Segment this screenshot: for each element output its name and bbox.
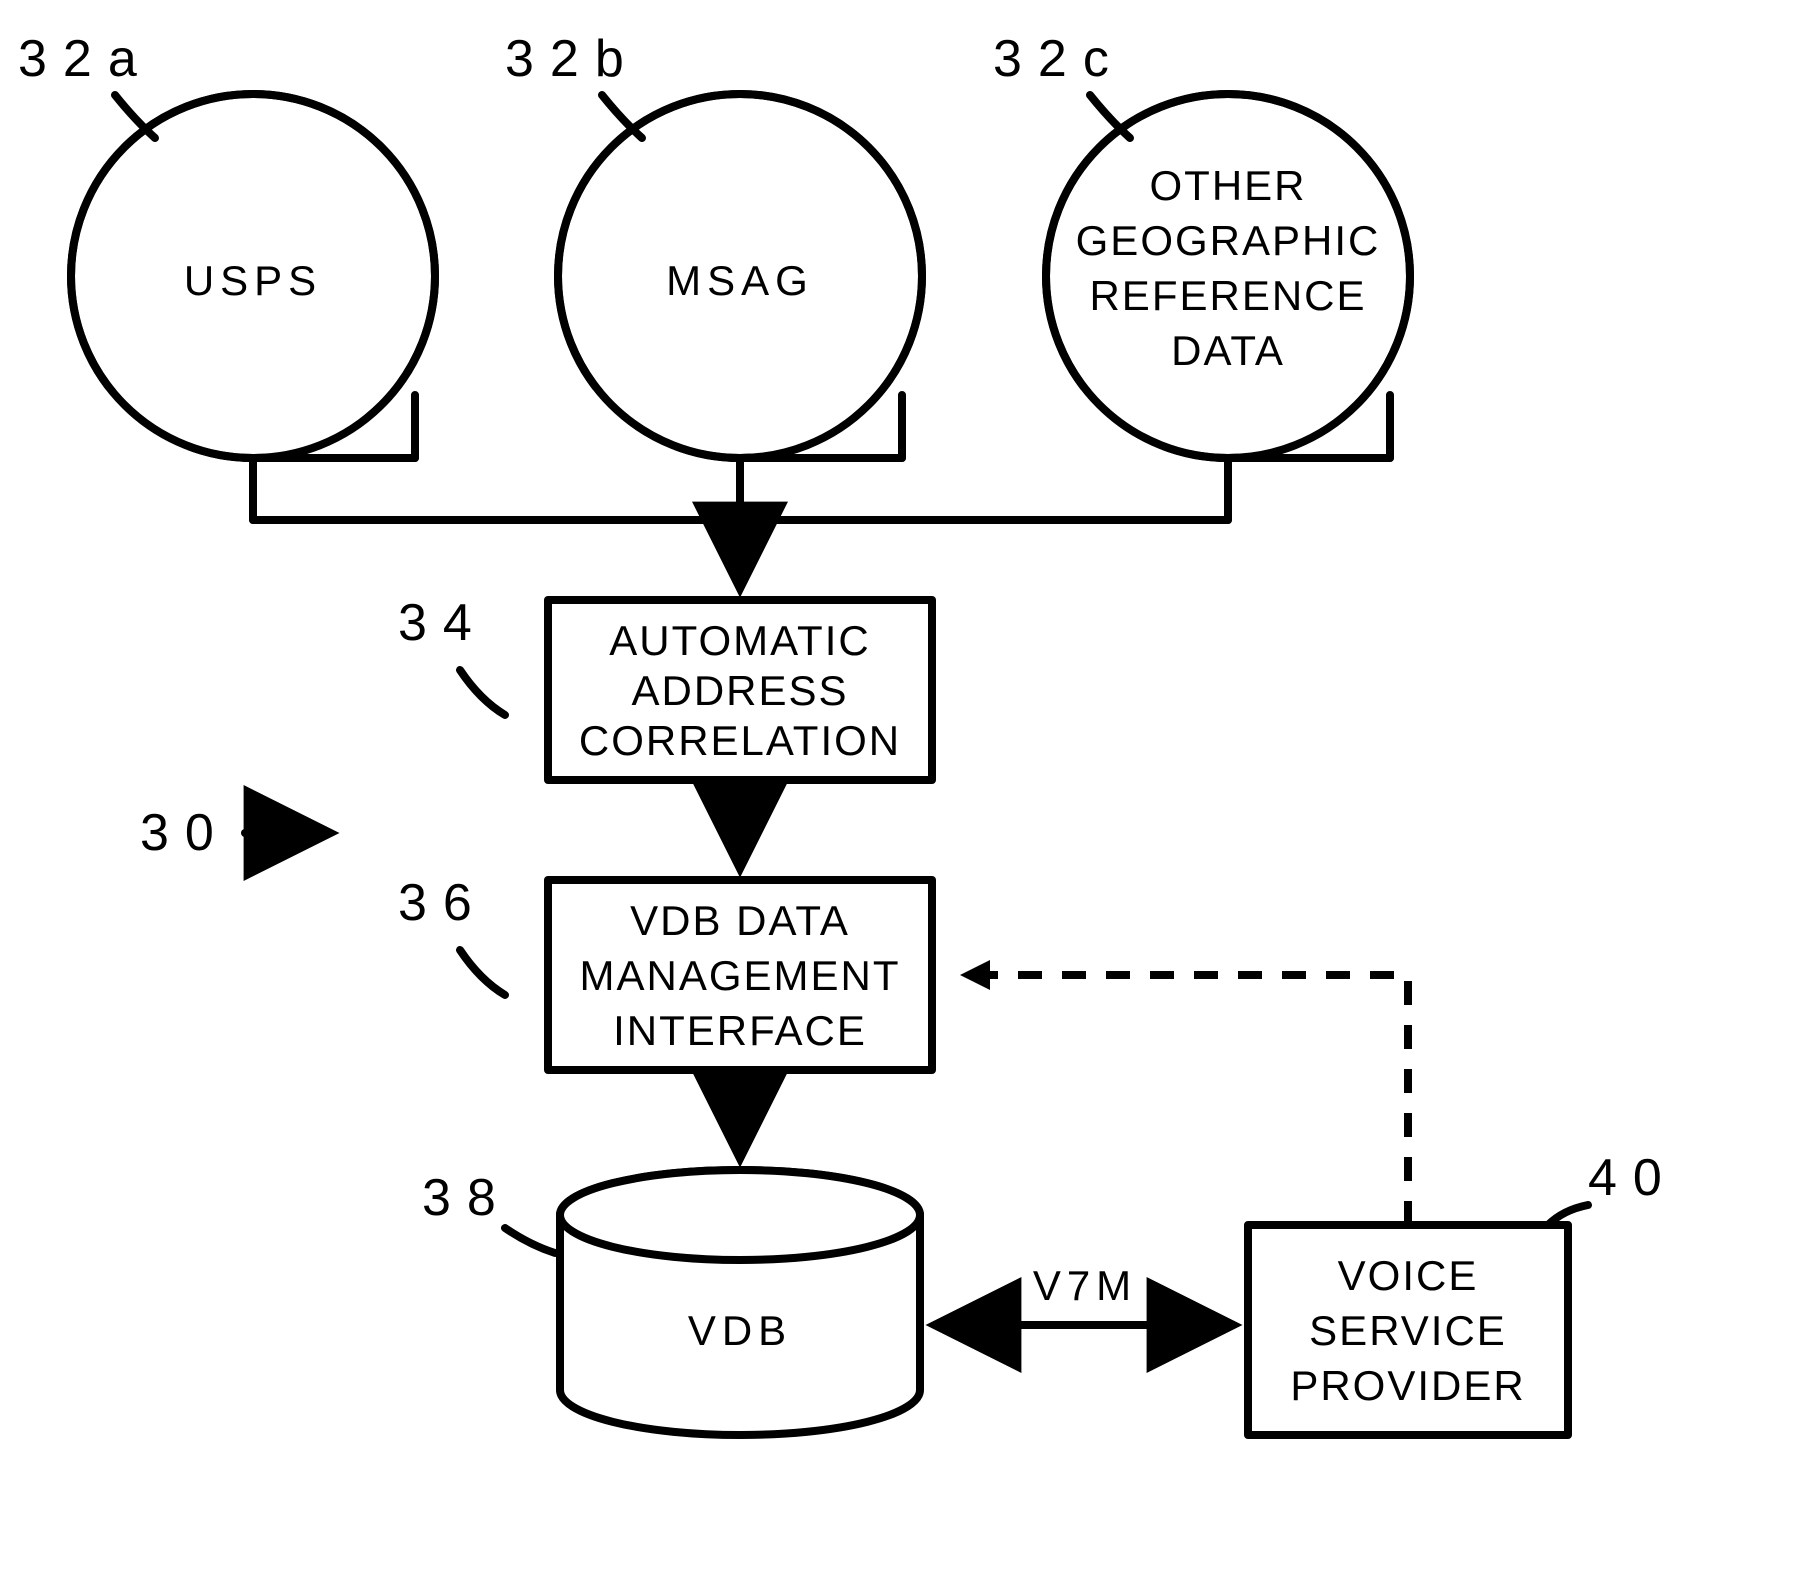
svg-text:32b: 32b: [505, 30, 640, 88]
ref-30: 30: [140, 804, 330, 862]
ref-32a: 32a: [18, 30, 155, 138]
svg-text:34: 34: [398, 594, 488, 652]
cylinder-vdb: VDB: [560, 1170, 920, 1435]
svg-text:OTHER: OTHER: [1150, 162, 1307, 209]
svg-text:MANAGEMENT: MANAGEMENT: [579, 952, 900, 999]
source-other: OTHER GEOGRAPHIC REFERENCE DATA: [1046, 94, 1410, 458]
svg-text:38: 38: [422, 1169, 512, 1227]
svg-text:40: 40: [1588, 1149, 1678, 1207]
link-vdb-vsp: V7M: [935, 1262, 1233, 1325]
svg-text:32a: 32a: [18, 30, 153, 88]
svg-text:INTERFACE: INTERFACE: [613, 1007, 867, 1054]
ref-38: 38: [422, 1169, 555, 1253]
v7m-label: V7M: [1033, 1262, 1137, 1309]
msag-label: MSAG: [666, 257, 814, 304]
svg-text:VDB DATA: VDB DATA: [630, 897, 850, 944]
ref-36: 36: [398, 874, 505, 995]
box-vdb-management: VDB DATA MANAGEMENT INTERFACE: [548, 880, 932, 1070]
svg-text:ADDRESS: ADDRESS: [631, 667, 848, 714]
svg-text:32c: 32c: [993, 30, 1125, 88]
source-usps: USPS: [71, 94, 435, 458]
svg-text:DATA: DATA: [1171, 327, 1285, 374]
svg-text:30: 30: [140, 804, 230, 862]
ref-34: 34: [398, 594, 505, 715]
box-correlation: AUTOMATIC ADDRESS CORRELATION: [548, 600, 932, 780]
box-voice-service-provider: VOICE SERVICE PROVIDER: [1248, 1225, 1568, 1435]
svg-text:GEOGRAPHIC: GEOGRAPHIC: [1076, 217, 1381, 264]
vdb-label: VDB: [688, 1307, 792, 1354]
svg-text:CORRELATION: CORRELATION: [579, 717, 901, 764]
ref-32c: 32c: [993, 30, 1130, 138]
svg-text:AUTOMATIC: AUTOMATIC: [609, 617, 870, 664]
source-msag: MSAG: [558, 94, 922, 458]
diagram-root: USPS 32a MSAG 32b OTHER GEOGRAPHIC REFER…: [0, 0, 1799, 1570]
ref-40: 40: [1548, 1149, 1678, 1225]
bus-sources: [253, 458, 1228, 588]
svg-text:REFERENCE: REFERENCE: [1089, 272, 1366, 319]
svg-text:VOICE: VOICE: [1338, 1252, 1479, 1299]
usps-label: USPS: [184, 257, 322, 304]
svg-text:PROVIDER: PROVIDER: [1290, 1362, 1525, 1409]
link-vsp-to-vdbm-dashed: [960, 960, 1408, 1225]
svg-text:SERVICE: SERVICE: [1309, 1307, 1507, 1354]
ref-32b: 32b: [505, 30, 642, 138]
svg-text:36: 36: [398, 874, 488, 932]
